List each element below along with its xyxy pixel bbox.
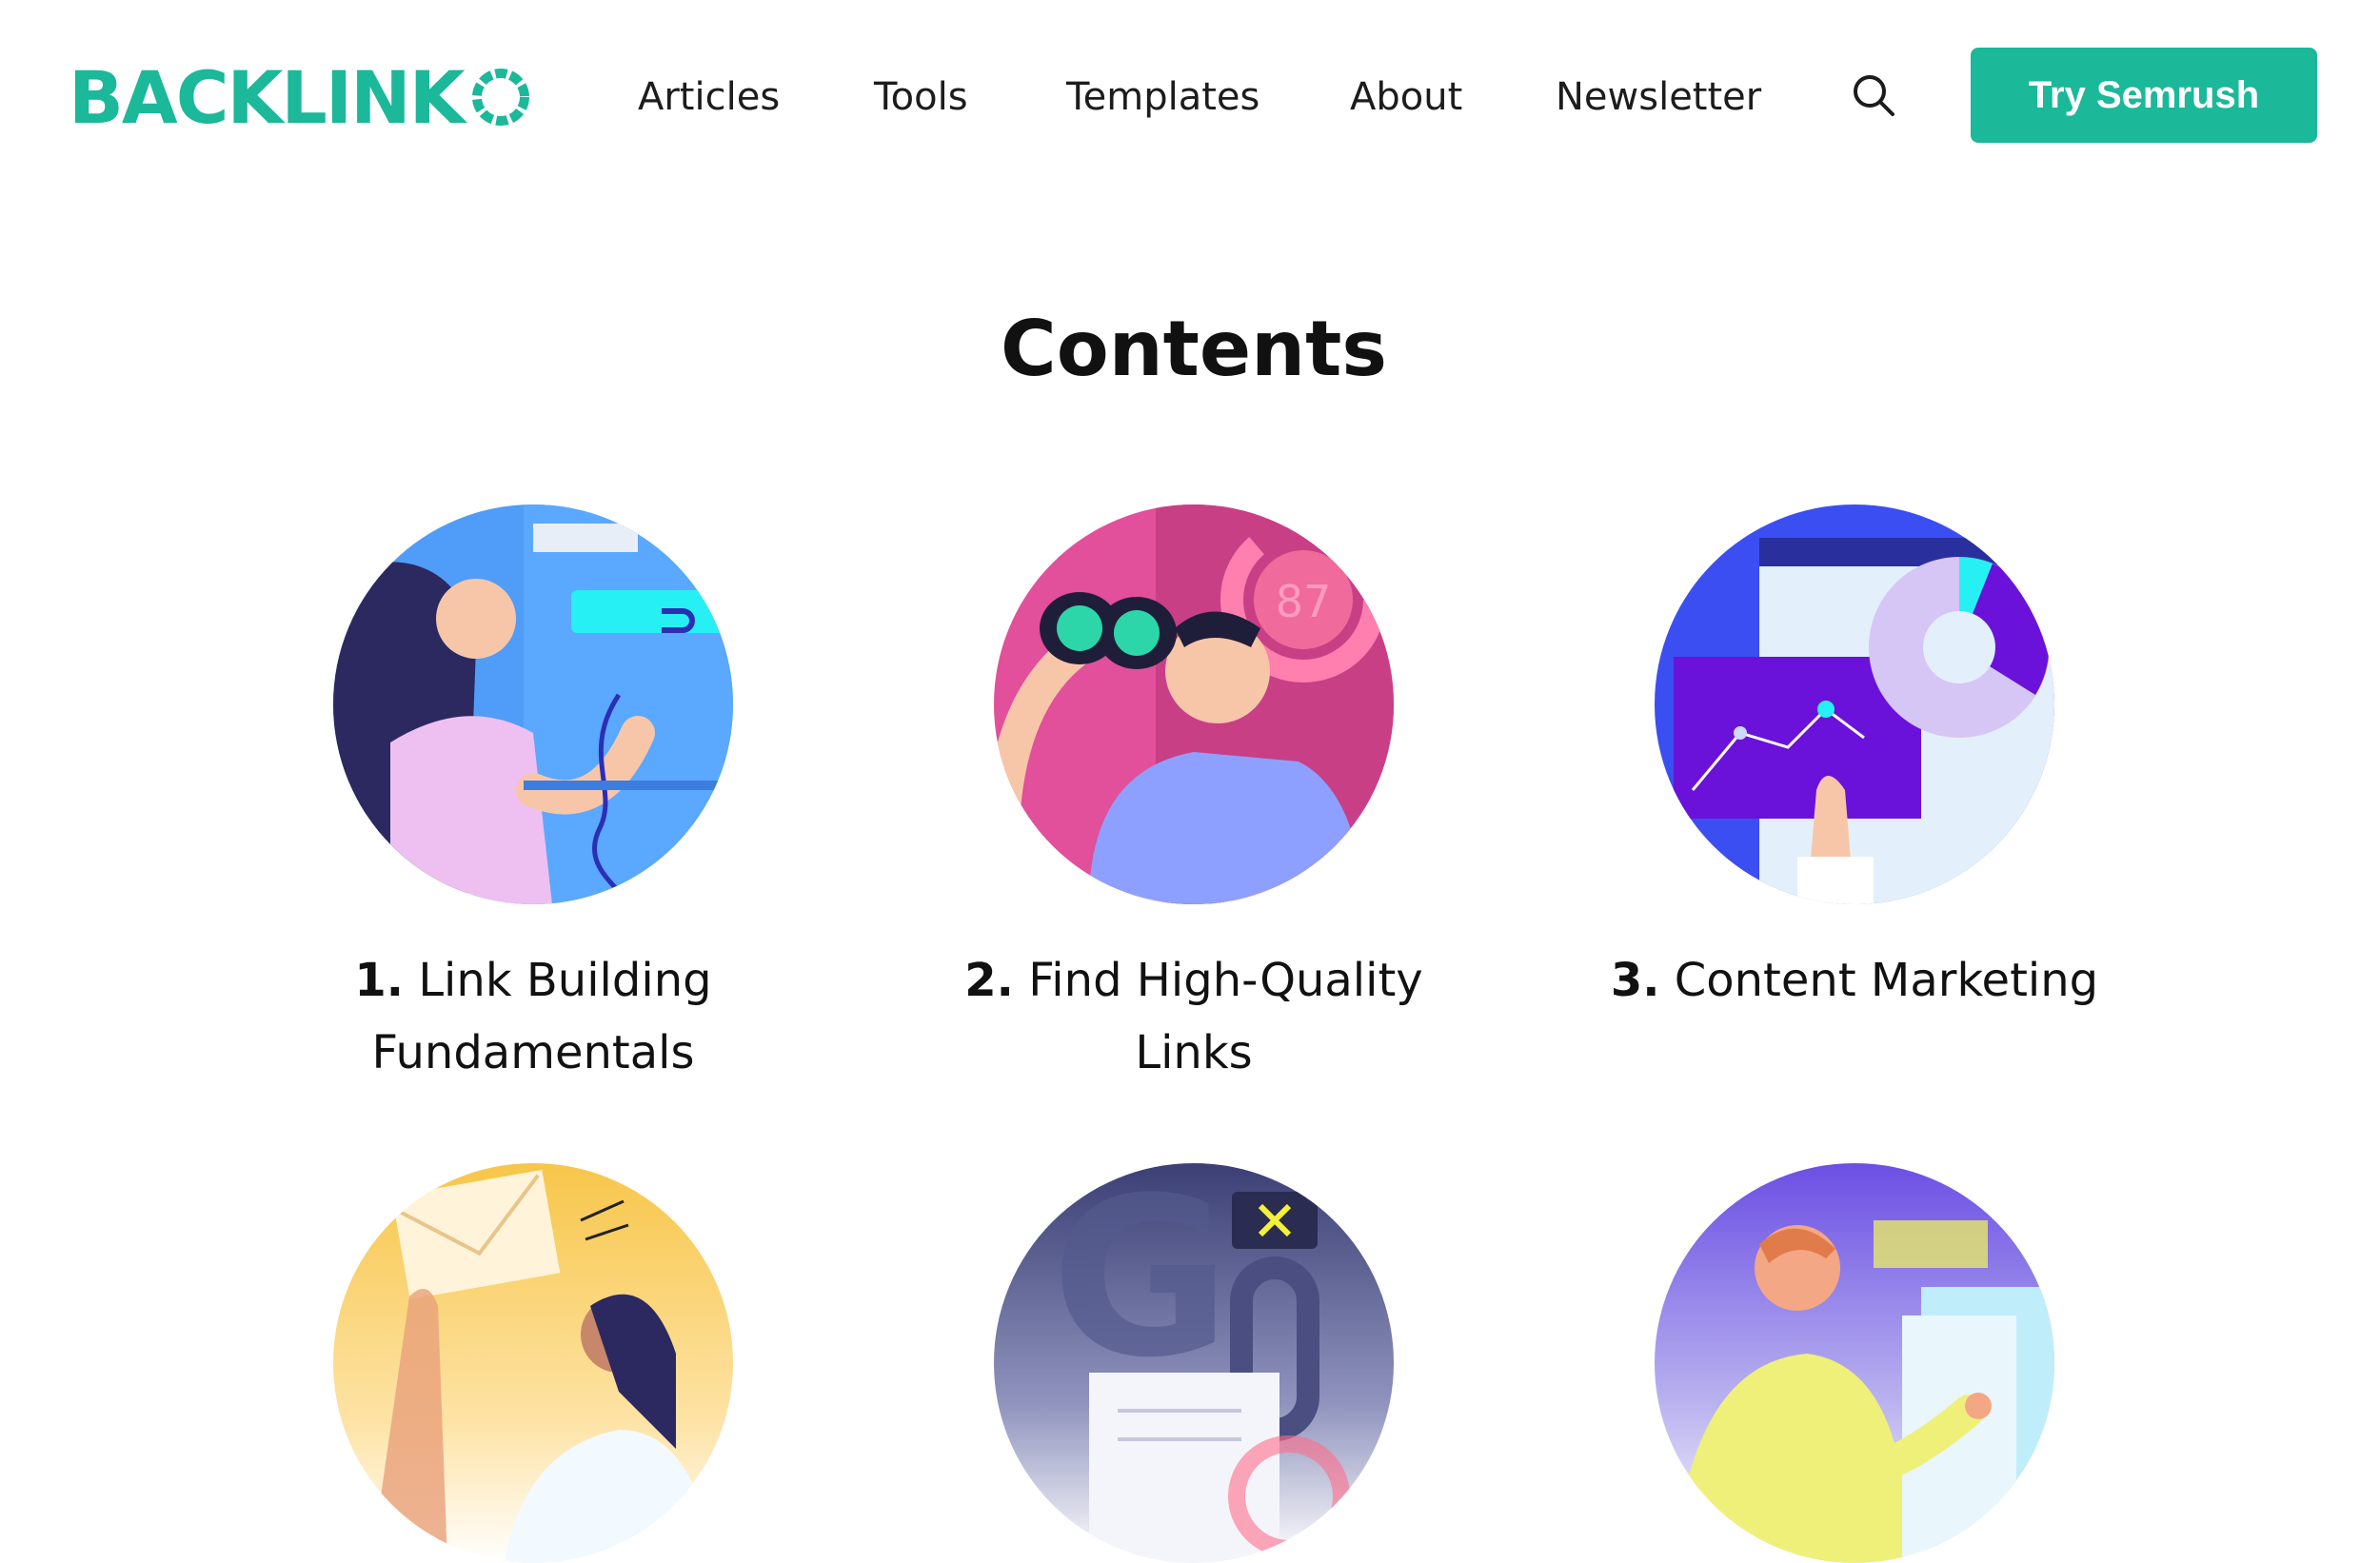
contents-card-1-label: 1. Link Building Fundamentals	[248, 944, 819, 1089]
contents-card-3-label: 3. Content Marketing	[1569, 944, 2140, 1017]
nav-templates[interactable]: Templates	[1066, 69, 1259, 126]
contents-card-4[interactable]	[248, 1163, 819, 1563]
contents-card-3[interactable]: 3. Content Marketing	[1569, 505, 2140, 1017]
presentation-illustration	[1655, 1163, 2054, 1563]
svg-text:G: G	[1051, 1163, 1231, 1406]
contents-card-6[interactable]	[1569, 1163, 2140, 1563]
email-outreach-illustration	[333, 1163, 733, 1563]
card-number: 3.	[1610, 954, 1660, 1007]
search-button[interactable]	[1847, 69, 1900, 122]
google-penalty-illustration: G	[994, 1163, 1394, 1563]
nav-tools[interactable]: Tools	[874, 69, 968, 126]
link-building-illustration	[333, 505, 733, 904]
card-title-line1: Find High-Quality	[1028, 954, 1423, 1007]
card-title-line2: Links	[1135, 1026, 1253, 1079]
card-title-line1: Content Marketing	[1674, 954, 2099, 1007]
card-number: 1.	[354, 954, 405, 1007]
card-title-line1: Link Building	[418, 954, 712, 1007]
binoculars-illustration: 87	[994, 505, 1394, 904]
contents-card-2[interactable]: 87 2. Find High-Quality Links	[908, 505, 1479, 1089]
contents-card-5[interactable]: G	[908, 1163, 1479, 1563]
analytics-chart-illustration	[1655, 505, 2054, 904]
card-title-line2: Fundamentals	[371, 1026, 695, 1079]
nav-articles[interactable]: Articles	[638, 69, 780, 126]
contents-heading: Contents	[1001, 305, 1387, 393]
card-number: 2.	[964, 954, 1014, 1007]
search-icon	[1854, 75, 1894, 116]
site-header: BACKLINK Articles Tools Templates About …	[0, 0, 2380, 190]
contents-card-1[interactable]: 1. Link Building Fundamentals	[248, 505, 819, 1089]
nav-about[interactable]: About	[1350, 69, 1462, 126]
score-text: 87	[1276, 576, 1332, 627]
nav-newsletter[interactable]: Newsletter	[1556, 69, 1761, 126]
contents-card-2-label: 2. Find High-Quality Links	[908, 944, 1479, 1089]
try-semrush-button[interactable]: Try Semrush	[1971, 48, 2317, 143]
